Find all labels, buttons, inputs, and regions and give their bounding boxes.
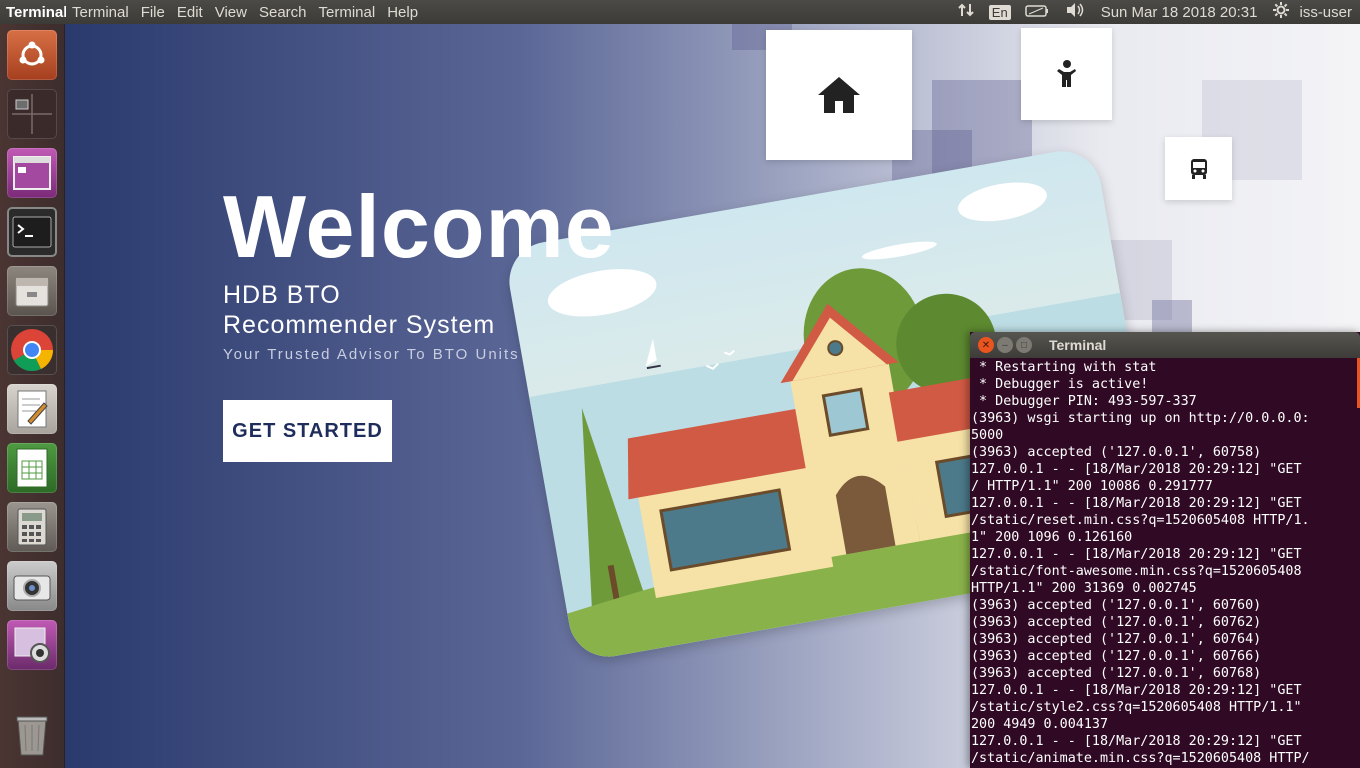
terminal-line: 127.0.0.1 - - [18/Mar/2018 20:29:12] "GE… [971, 734, 1302, 749]
terminal-titlebar[interactable]: ✕ – □ Terminal [970, 332, 1360, 358]
terminal-line: 1" 200 1096 0.126160 [971, 530, 1133, 545]
maximize-icon[interactable]: □ [1016, 337, 1032, 353]
menu-terminal[interactable]: Terminal [66, 4, 135, 21]
home-card [766, 30, 912, 160]
terminal-line: 200 4949 0.004137 [971, 717, 1109, 732]
terminal-line: 5000 [971, 428, 1004, 443]
ubuntu-dash-icon[interactable] [7, 30, 57, 80]
welcome-heading: Welcome [223, 177, 615, 276]
user-name[interactable]: iss-user [1291, 4, 1360, 21]
volume-icon[interactable] [1057, 2, 1093, 22]
bus-icon [1190, 158, 1207, 179]
terminal-line: /static/animate.min.css?q=1520605408 HTT… [971, 751, 1310, 766]
file-manager-icon[interactable] [7, 266, 57, 316]
menu-edit[interactable]: Edit [171, 4, 209, 21]
calculator-icon[interactable] [7, 502, 57, 552]
terminal-line: HTTP/1.1" 200 31369 0.002745 [971, 581, 1197, 596]
terminal-line: * Debugger PIN: 493-597-337 [971, 394, 1197, 409]
terminal-line: * Restarting with stat [971, 360, 1157, 375]
terminal-line: 127.0.0.1 - - [18/Mar/2018 20:29:12] "GE… [971, 462, 1302, 477]
chrome-icon[interactable] [7, 325, 57, 375]
terminal-line: /static/style2.css?q=1520605408 HTTP/1.1… [971, 700, 1302, 715]
system-tray: En Sun Mar 18 2018 20:31 iss-user [949, 0, 1360, 24]
photo-app-icon[interactable] [7, 620, 57, 670]
terminal-line: 127.0.0.1 - - [18/Mar/2018 20:29:12] "GE… [971, 547, 1302, 562]
terminal-line: (3963) accepted ('127.0.0.1', 60762) [971, 615, 1262, 630]
terminal-line: (3963) accepted ('127.0.0.1', 60768) [971, 666, 1262, 681]
active-app-name: Terminal [6, 3, 66, 21]
workspace-switcher-icon[interactable] [7, 89, 57, 139]
terminal-line: * Debugger is active! [971, 377, 1149, 392]
terminal-line: (3963) accepted ('127.0.0.1', 60760) [971, 598, 1262, 613]
person-card [1021, 28, 1112, 120]
site-tagline: Your Trusted Advisor To BTO Units [223, 346, 520, 363]
terminal-line: 127.0.0.1 - - [18/Mar/2018 20:29:12] "GE… [971, 496, 1302, 511]
bus-card [1165, 137, 1232, 200]
terminal-line: (3963) accepted ('127.0.0.1', 60758) [971, 445, 1262, 460]
launcher [0, 24, 65, 768]
get-started-button[interactable]: GET STARTED [223, 400, 392, 462]
terminal-icon[interactable] [7, 207, 57, 257]
top-panel: Terminal Terminal File Edit View Search … [0, 0, 1360, 24]
app-window-icon[interactable] [7, 148, 57, 198]
terminal-line: /static/reset.min.css?q=1520605408 HTTP/… [971, 513, 1310, 528]
text-editor-icon[interactable] [7, 384, 57, 434]
gear-icon[interactable] [1265, 2, 1291, 22]
home-icon [816, 77, 860, 113]
terminal-line: 127.0.0.1 - - [18/Mar/2018 20:29:12] "GE… [971, 683, 1302, 698]
menu-help[interactable]: Help [381, 4, 424, 21]
camera-icon[interactable] [7, 561, 57, 611]
battery-icon[interactable] [1017, 4, 1057, 21]
terminal-output[interactable]: * Restarting with stat * Debugger is act… [970, 358, 1360, 768]
menu-view[interactable]: View [209, 4, 253, 21]
keyboard-layout[interactable]: En [988, 4, 1011, 20]
trash-icon[interactable] [7, 710, 57, 760]
terminal-window[interactable]: ✕ – □ Terminal * Restarting with stat * … [970, 332, 1360, 768]
menu-search[interactable]: Search [253, 4, 313, 21]
child-icon [1056, 60, 1076, 87]
terminal-line: (3963) accepted ('127.0.0.1', 60766) [971, 649, 1262, 664]
menu-file[interactable]: File [135, 4, 171, 21]
network-icon[interactable] [949, 2, 983, 22]
terminal-line: (3963) wsgi starting up on http://0.0.0.… [971, 411, 1310, 426]
menu-terminal-2[interactable]: Terminal [313, 4, 382, 21]
spreadsheet-icon[interactable] [7, 443, 57, 493]
terminal-line: (3963) accepted ('127.0.0.1', 60764) [971, 632, 1262, 647]
site-subtitle: HDB BTO Recommender System [223, 281, 496, 339]
minimize-icon[interactable]: – [997, 337, 1013, 353]
terminal-line: /static/font-awesome.min.css?q=152060540… [971, 564, 1302, 579]
datetime[interactable]: Sun Mar 18 2018 20:31 [1093, 4, 1266, 21]
close-icon[interactable]: ✕ [978, 337, 994, 353]
terminal-line: / HTTP/1.1" 200 10086 0.291777 [971, 479, 1213, 494]
terminal-title: Terminal [1049, 337, 1107, 353]
